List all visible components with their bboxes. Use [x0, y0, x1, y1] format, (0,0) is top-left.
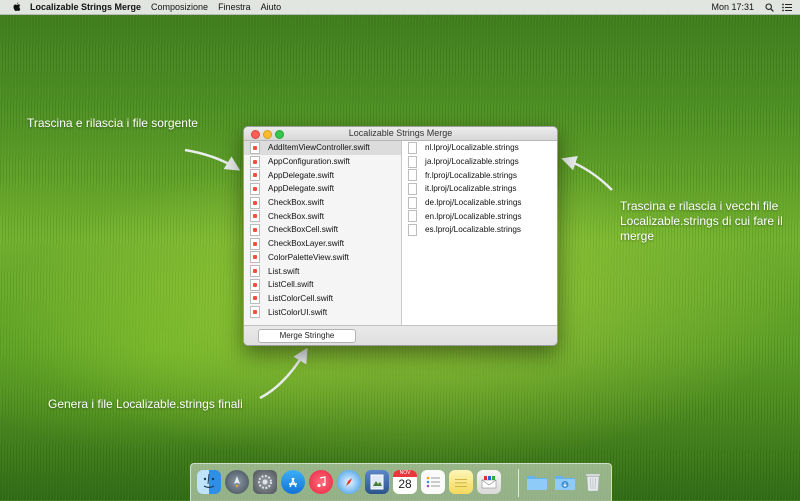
window-bottom-bar: Merge Stringhe: [244, 325, 557, 345]
annotation-source-files: Trascina e rilascia i file sorgente: [27, 116, 198, 130]
strings-files-list[interactable]: nl.lproj/Localizable.strings ja.lproj/Lo…: [402, 141, 557, 325]
swift-file-icon: [250, 278, 260, 291]
finder-icon[interactable]: [197, 470, 221, 494]
annotation-old-files-line1: Trascina e rilascia i vecchi file: [620, 199, 779, 213]
document-icon: [408, 182, 417, 195]
swift-file-icon: [250, 155, 260, 168]
dock: NOV 28: [190, 463, 612, 501]
dock-separator: [518, 469, 519, 497]
list-item[interactable]: ListColorUI.swift: [244, 305, 401, 319]
list-item[interactable]: fr.lproj/Localizable.strings: [402, 168, 557, 182]
list-item[interactable]: ColorPaletteView.swift: [244, 251, 401, 265]
source-files-list[interactable]: AddItemViewController.swift AppConfigura…: [244, 141, 402, 325]
menu-composizione[interactable]: Composizione: [151, 2, 208, 12]
swift-file-icon: [250, 306, 260, 319]
document-icon: [408, 196, 417, 209]
document-icon: [408, 223, 417, 236]
document-icon: [408, 155, 417, 168]
list-item[interactable]: AddItemViewController.swift: [244, 141, 401, 155]
folder-icon[interactable]: [525, 470, 549, 494]
list-item[interactable]: CheckBoxLayer.swift: [244, 237, 401, 251]
annotation-generate: Genera i file Localizable.strings finali: [48, 397, 243, 411]
calendar-month: NOV: [393, 470, 417, 477]
downloads-icon[interactable]: [553, 470, 577, 494]
reminders-icon[interactable]: [421, 470, 445, 494]
apple-menu-icon[interactable]: [12, 2, 22, 12]
list-item[interactable]: nl.lproj/Localizable.strings: [402, 141, 557, 155]
list-item[interactable]: ja.lproj/Localizable.strings: [402, 155, 557, 169]
arrow-to-strings-pane: [561, 156, 613, 191]
list-item[interactable]: AppConfiguration.swift: [244, 155, 401, 169]
notes-icon[interactable]: [449, 470, 473, 494]
list-item[interactable]: CheckBoxCell.swift: [244, 223, 401, 237]
swift-file-icon: [250, 182, 260, 195]
notification-center-icon[interactable]: [782, 2, 792, 12]
launchpad-icon[interactable]: [225, 470, 249, 494]
swift-file-icon: [250, 237, 260, 250]
swift-file-icon: [250, 223, 260, 236]
swift-file-icon: [250, 141, 260, 154]
app-menu[interactable]: Localizable Strings Merge: [30, 2, 141, 12]
window-titlebar[interactable]: Localizable Strings Merge: [244, 127, 557, 141]
swift-file-icon: [250, 251, 260, 264]
arrow-to-merge-button: [259, 347, 308, 400]
safari-icon[interactable]: [337, 470, 361, 494]
swift-file-icon: [250, 169, 260, 182]
list-item[interactable]: AppDelegate.swift: [244, 168, 401, 182]
swift-file-icon: [250, 210, 260, 223]
swift-file-icon: [250, 292, 260, 305]
swift-file-icon: [250, 196, 260, 209]
preview-icon[interactable]: [365, 470, 389, 494]
merge-strings-button[interactable]: Merge Stringhe: [258, 329, 356, 343]
list-item[interactable]: ListCell.swift: [244, 278, 401, 292]
menubar-clock[interactable]: Mon 17:31: [711, 2, 754, 12]
system-preferences-icon[interactable]: [253, 470, 277, 494]
list-item[interactable]: ListColorCell.swift: [244, 292, 401, 306]
list-item[interactable]: de.lproj/Localizable.strings: [402, 196, 557, 210]
list-item[interactable]: AppDelegate.swift: [244, 182, 401, 196]
menu-aiuto[interactable]: Aiuto: [261, 2, 282, 12]
close-window-button[interactable]: [251, 130, 260, 139]
list-item[interactable]: List.swift: [244, 264, 401, 278]
trash-icon[interactable]: [581, 470, 605, 494]
list-item[interactable]: es.lproj/Localizable.strings: [402, 223, 557, 237]
menu-finestra[interactable]: Finestra: [218, 2, 251, 12]
app-window: Localizable Strings Merge AddItemViewCon…: [243, 126, 558, 346]
list-item[interactable]: en.lproj/Localizable.strings: [402, 209, 557, 223]
list-item[interactable]: it.lproj/Localizable.strings: [402, 182, 557, 196]
calendar-day: 28: [398, 477, 412, 491]
minimize-window-button[interactable]: [263, 130, 272, 139]
list-item[interactable]: CheckBox.swift: [244, 209, 401, 223]
list-item[interactable]: CheckBox.swift: [244, 196, 401, 210]
itunes-icon[interactable]: [309, 470, 333, 494]
menu-bar: Localizable Strings Merge Composizione F…: [0, 0, 800, 15]
document-icon: [408, 141, 417, 154]
document-icon: [408, 169, 417, 182]
window-title: Localizable Strings Merge: [348, 128, 453, 138]
zoom-window-button[interactable]: [275, 130, 284, 139]
calendar-icon[interactable]: NOV 28: [393, 470, 417, 494]
swift-file-icon: [250, 265, 260, 278]
app-store-icon[interactable]: [281, 470, 305, 494]
annotation-old-files-line2: Localizable.strings di cui fare il: [620, 214, 783, 228]
arrow-to-source-pane: [184, 148, 241, 171]
mail-icon[interactable]: [477, 470, 501, 494]
annotation-old-files-line3: merge: [620, 229, 655, 243]
document-icon: [408, 210, 417, 223]
spotlight-search-icon[interactable]: [764, 2, 774, 12]
